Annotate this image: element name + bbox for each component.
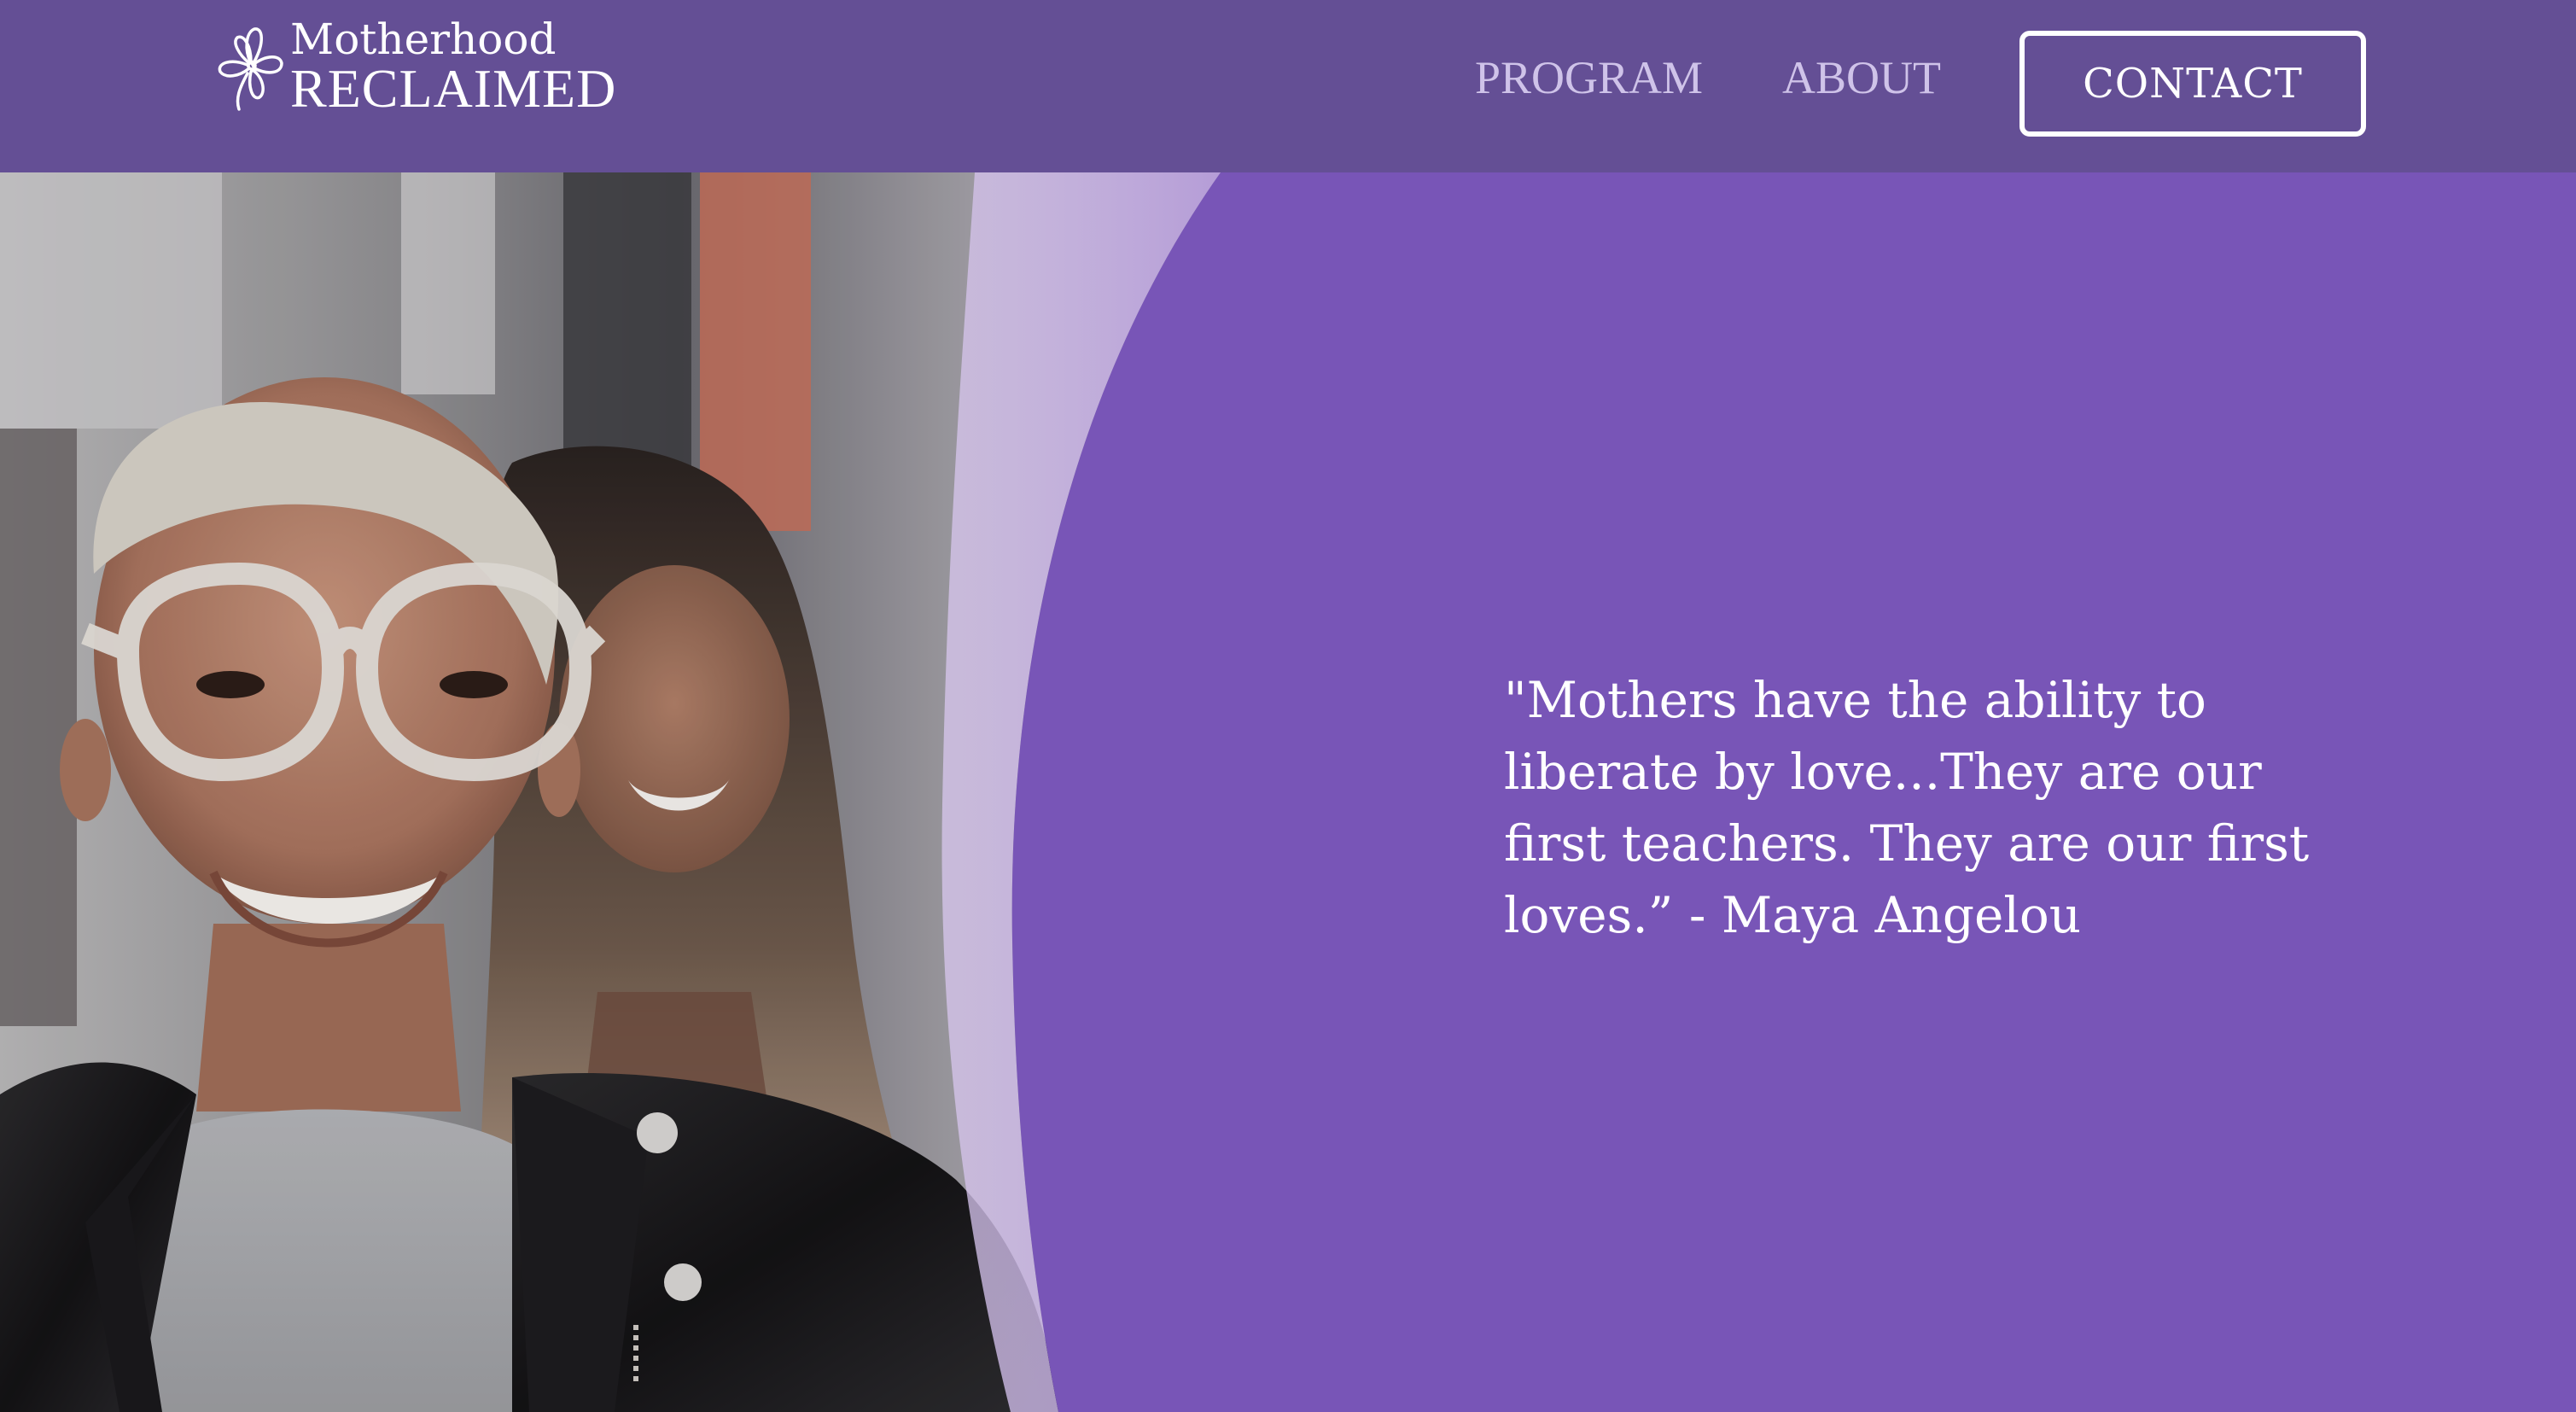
- site-logo[interactable]: Motherhood RECLAIMED: [213, 15, 615, 119]
- hero-quote: "Mothers have the ability to liberate by…: [1504, 671, 2310, 944]
- site-header: Motherhood RECLAIMED PROGRAM ABOUT CONTA…: [0, 0, 2576, 172]
- nav-link-program[interactable]: PROGRAM: [1475, 48, 1703, 108]
- flower-icon: [218, 27, 283, 111]
- contact-button[interactable]: CONTACT: [2019, 31, 2366, 137]
- logo-wordmark-top: Motherhood: [290, 15, 557, 64]
- page: Motherhood RECLAIMED PROGRAM ABOUT CONTA…: [0, 0, 2576, 1412]
- logo-wordmark-bottom: RECLAIMED: [290, 58, 617, 119]
- hero-photo: [0, 172, 1229, 1412]
- contact-button-label: CONTACT: [2083, 60, 2303, 108]
- nav-link-about[interactable]: ABOUT: [1782, 48, 1941, 108]
